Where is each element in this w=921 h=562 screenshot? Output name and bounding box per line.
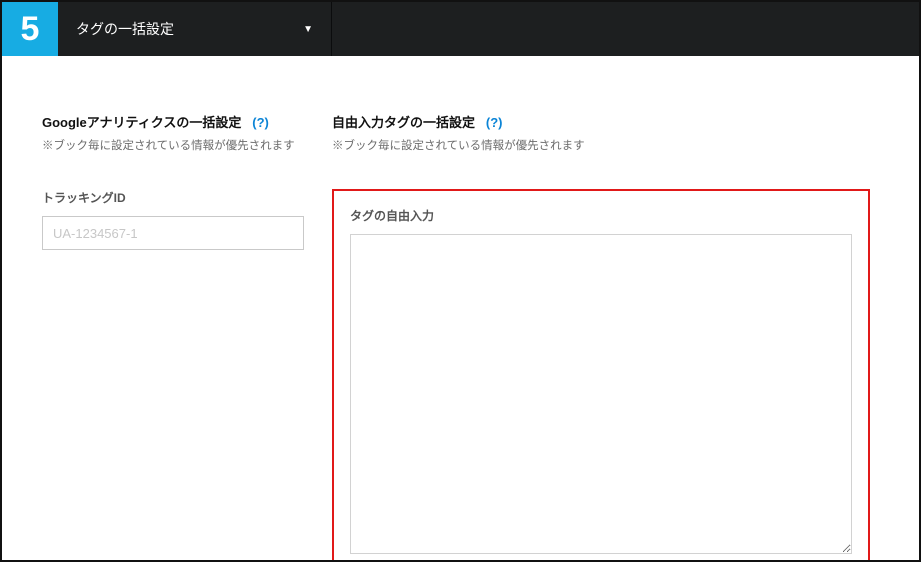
freetag-section-title: 自由入力タグの一括設定 (?) bbox=[332, 112, 895, 131]
header-spacer bbox=[332, 2, 919, 56]
step-number-badge: 5 bbox=[2, 2, 58, 56]
ga-section-title: Googleアナリティクスの一括設定 (?) bbox=[42, 112, 310, 131]
freetag-help-link[interactable]: (?) bbox=[486, 115, 503, 130]
ga-title-text: Googleアナリティクスの一括設定 bbox=[42, 115, 241, 130]
freetag-textarea[interactable] bbox=[350, 234, 852, 554]
chevron-down-icon: ▼ bbox=[303, 24, 313, 35]
tracking-id-label: トラッキングID bbox=[42, 189, 310, 206]
section-dropdown[interactable]: タグの一括設定 ▼ bbox=[58, 2, 332, 56]
right-column: 自由入力タグの一括設定 (?) ※ブック毎に設定されている情報が優先されます タ… bbox=[332, 112, 919, 562]
app-frame: 5 タグの一括設定 ▼ Googleアナリティクスの一括設定 (?) ※ブック毎… bbox=[0, 0, 921, 562]
ga-note: ※ブック毎に設定されている情報が優先されます bbox=[42, 137, 310, 153]
left-column: Googleアナリティクスの一括設定 (?) ※ブック毎に設定されている情報が優… bbox=[2, 112, 332, 562]
freetag-note: ※ブック毎に設定されている情報が優先されます bbox=[332, 137, 895, 153]
freetag-title-text: 自由入力タグの一括設定 bbox=[332, 115, 475, 130]
freetag-textarea-label: タグの自由入力 bbox=[350, 207, 852, 224]
tracking-id-input[interactable] bbox=[42, 216, 304, 250]
header-bar: 5 タグの一括設定 ▼ bbox=[2, 2, 919, 56]
content-body: Googleアナリティクスの一括設定 (?) ※ブック毎に設定されている情報が優… bbox=[2, 56, 919, 562]
ga-help-link[interactable]: (?) bbox=[252, 115, 269, 130]
freetag-highlight-box: タグの自由入力 ※入力されたタグはブック内</ body>の直前に挿入されます。 bbox=[332, 189, 870, 562]
dropdown-label: タグの一括設定 bbox=[76, 19, 174, 39]
